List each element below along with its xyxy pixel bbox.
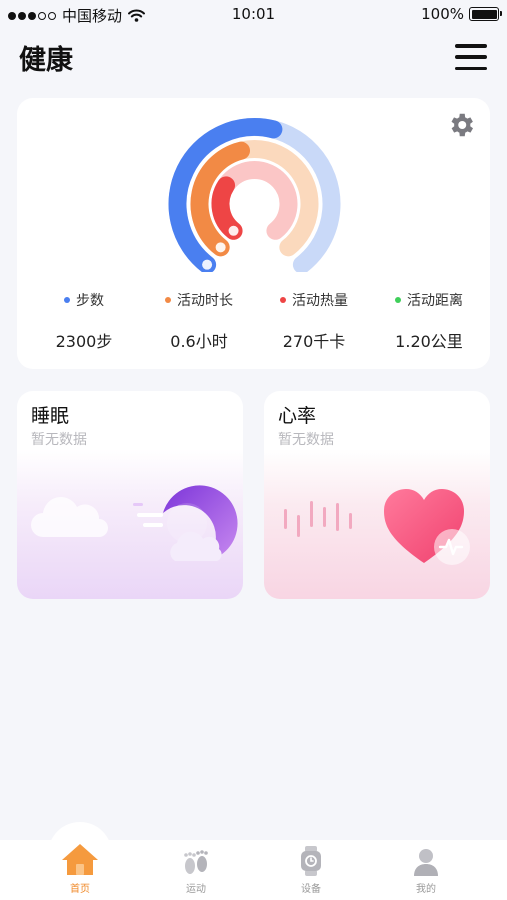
ring-progress	[211, 176, 243, 240]
metric-distance: 活动距离 1.20公里	[370, 290, 488, 352]
moon-cloud-icon	[133, 485, 238, 561]
heart-rate-card[interactable]: 心率 暂无数据	[264, 391, 490, 599]
metric-value: 0.6小时	[170, 332, 228, 351]
metric-value: 270千卡	[282, 332, 346, 351]
gear-icon[interactable]	[446, 110, 476, 140]
tab-label: 首页	[70, 884, 90, 895]
metric-label: 活动距离	[407, 293, 463, 309]
tab-label: 设备	[301, 884, 321, 895]
footprints-icon	[184, 850, 208, 874]
battery-icon	[469, 7, 502, 21]
metric-duration: 活动时长 0.6小时	[140, 290, 258, 352]
heart-card-title: 心率	[278, 405, 317, 427]
metric-label: 活动时长	[177, 293, 233, 309]
running-icon	[202, 259, 213, 270]
tab-sport[interactable]: 运动	[156, 846, 236, 895]
sleep-card-subtitle: 暂无数据	[31, 432, 87, 448]
activity-rings	[168, 118, 341, 272]
watch-icon	[301, 846, 321, 876]
person-icon	[414, 849, 438, 876]
page-title: 健康	[19, 45, 73, 76]
metric-label: 步数	[76, 293, 104, 309]
tab-profile[interactable]: 我的	[386, 846, 466, 895]
metric-dot	[165, 297, 171, 303]
pulse-bars-icon	[284, 501, 352, 537]
metric-value: 1.20公里	[395, 332, 463, 351]
metric-label: 活动热量	[292, 293, 348, 309]
cloud-icon	[31, 497, 108, 537]
sleep-card-title: 睡眠	[31, 405, 70, 427]
metric-dot	[280, 297, 286, 303]
status-bar: 中国移动 10:01 100%	[0, 0, 507, 28]
tab-label: 我的	[416, 884, 436, 895]
sleep-card[interactable]: 睡眠 暂无数据	[17, 391, 243, 599]
activity-card[interactable]: 步数 2300步 活动时长 0.6小时 活动热量 270千卡 活动距离 1.20…	[17, 98, 490, 369]
metric-dot	[64, 297, 70, 303]
metric-steps: 步数 2300步	[25, 290, 143, 352]
clock-icon	[215, 242, 226, 253]
metric-value: 2300步	[55, 332, 113, 351]
tab-label: 运动	[186, 884, 206, 895]
home-icon	[62, 844, 98, 875]
heart-card-subtitle: 暂无数据	[278, 432, 334, 448]
hamburger-menu-icon[interactable]	[455, 44, 487, 70]
heart-pulse-icon	[384, 489, 470, 565]
flame-icon	[228, 225, 239, 236]
tab-device[interactable]: 设备	[271, 846, 351, 895]
metric-dot	[395, 297, 401, 303]
metric-calories: 活动热量 270千卡	[255, 290, 373, 352]
tab-home[interactable]: 首页	[40, 844, 120, 895]
battery-percent: 100%	[421, 5, 464, 23]
